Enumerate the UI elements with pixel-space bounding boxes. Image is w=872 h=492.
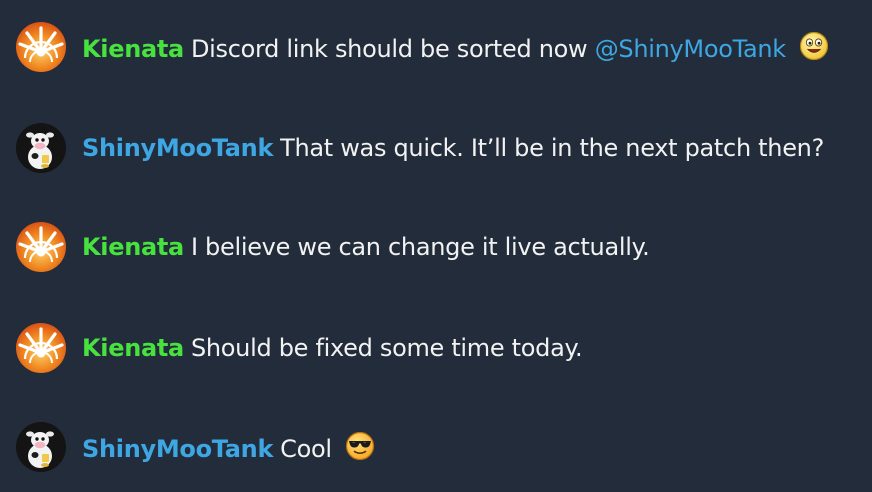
username[interactable]: ShinyMooTank: [82, 435, 273, 463]
message-line: Kienata Should be fixed some time today.: [82, 334, 583, 362]
sunglasses-emoji: [345, 431, 375, 461]
smile-emoji: [800, 31, 829, 61]
message-line: ShinyMooTank Cool: [82, 431, 375, 463]
message-line: Kienata I believe we can change it live a…: [82, 233, 650, 261]
message-text: Cool: [280, 435, 332, 463]
sunburst-avatar[interactable]: [16, 22, 66, 72]
message-text: Discord link should be sorted now: [190, 35, 588, 63]
chat-message: Kienata Discord link should be sorted now…: [16, 21, 864, 73]
chat-message: ShinyMooTank Cool: [16, 421, 864, 473]
cow-avatar[interactable]: [16, 123, 66, 173]
chat-log: Kienata Discord link should be sorted now…: [0, 0, 872, 492]
username[interactable]: Kienata: [82, 35, 184, 63]
username[interactable]: Kienata: [82, 233, 184, 261]
message-text: I believe we can change it live actually…: [190, 233, 650, 261]
chat-message: ShinyMooTank That was quick. It’ll be in …: [16, 122, 864, 174]
sunburst-avatar[interactable]: [16, 323, 66, 373]
message-line: ShinyMooTank That was quick. It’ll be in …: [82, 134, 824, 162]
chat-message: Kienata Should be fixed some time today.: [16, 322, 864, 374]
mention-link[interactable]: @ShinyMooTank: [595, 35, 787, 63]
username[interactable]: Kienata: [82, 334, 184, 362]
username[interactable]: ShinyMooTank: [82, 134, 273, 162]
cow-avatar[interactable]: [16, 422, 66, 472]
message-line: Kienata Discord link should be sorted now…: [82, 31, 829, 63]
sunburst-avatar[interactable]: [16, 222, 66, 272]
message-text: That was quick. It’ll be in the next pat…: [280, 134, 825, 162]
message-text: Should be fixed some time today.: [190, 334, 583, 362]
chat-message: Kienata I believe we can change it live a…: [16, 221, 864, 273]
